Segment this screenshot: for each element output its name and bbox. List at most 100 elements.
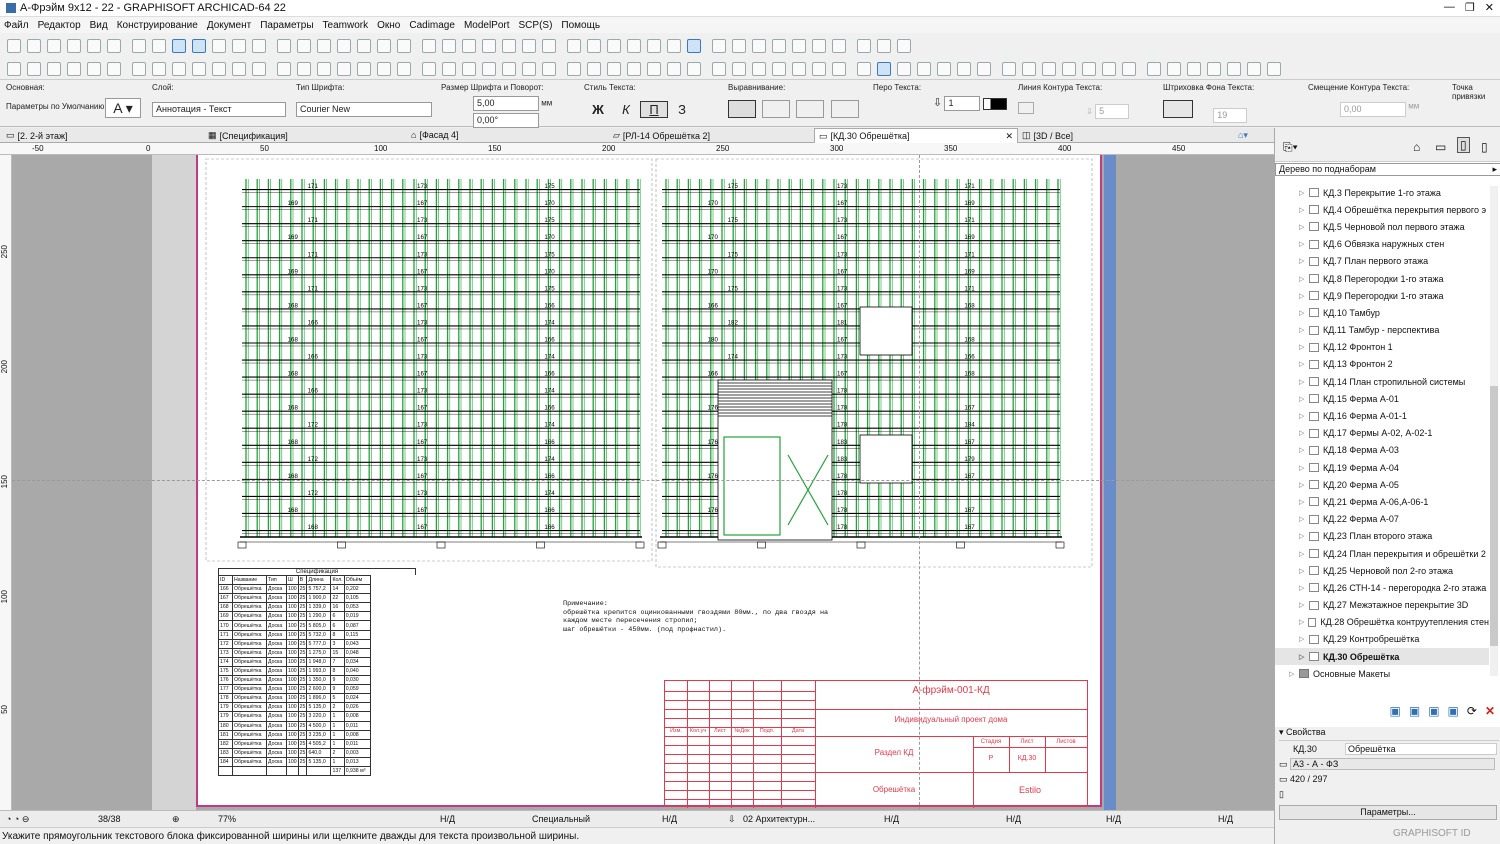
standard-tool-icon-31[interactable]: [647, 39, 661, 53]
tree-item-layout[interactable]: ▷ КД.3 Перекрытие 1-го этажа: [1275, 184, 1489, 201]
toolbox-tool-icon-59[interactable]: [1227, 61, 1241, 76]
zoom-value[interactable]: 77%: [218, 814, 236, 824]
standard-tool-icon-15[interactable]: [317, 39, 331, 53]
tree-item-layout[interactable]: ▷ КД.22 Ферма А-07: [1275, 511, 1489, 528]
toolbox-tool-icon-2[interactable]: [47, 61, 61, 76]
toolbox-tool-icon-16[interactable]: [337, 61, 351, 76]
standard-tool-icon-28[interactable]: [587, 39, 601, 53]
expand-icon[interactable]: ▷: [1299, 481, 1305, 489]
standard-tool-icon-41[interactable]: [857, 39, 871, 53]
menu-item-11[interactable]: Помощь: [561, 20, 600, 31]
standard-tool-icon-37[interactable]: [772, 39, 786, 53]
menu-item-9[interactable]: ModelPort: [464, 20, 510, 31]
new-layout-icon[interactable]: ▣: [1390, 704, 1401, 718]
toolbox-tool-icon-21[interactable]: [442, 61, 456, 76]
toolbox-tool-icon-51[interactable]: [1062, 61, 1076, 76]
new-subset-icon[interactable]: ▣: [1409, 704, 1420, 718]
standard-tool-icon-40[interactable]: [832, 39, 846, 53]
close-tab-icon[interactable]: ✕: [1005, 131, 1013, 142]
expand-icon[interactable]: ▷: [1299, 498, 1305, 506]
expand-icon[interactable]: ▷: [1299, 395, 1305, 403]
standard-tool-icon-25[interactable]: [522, 39, 536, 53]
standard-tool-icon-24[interactable]: [502, 39, 516, 53]
expand-icon[interactable]: ▷: [1299, 189, 1305, 197]
expand-icon[interactable]: ▷: [1299, 532, 1305, 540]
text-tool-icon[interactable]: A ▾: [105, 98, 141, 118]
expand-icon[interactable]: ▷: [1299, 309, 1305, 317]
standard-tool-icon-32[interactable]: [667, 39, 681, 53]
contour-toggle[interactable]: [1018, 102, 1034, 114]
tab-schedule[interactable]: ▦ [Спецификация]: [208, 130, 288, 141]
standard-tool-icon-30[interactable]: [627, 39, 641, 53]
toolbox-tool-icon-49[interactable]: [1022, 61, 1036, 76]
menu-item-6[interactable]: Teamwork: [323, 20, 369, 31]
tree-item-layout[interactable]: ▷ КД.29 Контробрешётка: [1275, 631, 1489, 648]
tree-item-layout[interactable]: ▷ КД.4 Обрешётка перекрытия первого э: [1275, 201, 1489, 218]
tree-item-layout[interactable]: ▷ КД.17 Фермы А-02, А-02-1: [1275, 425, 1489, 442]
expand-icon[interactable]: ▷: [1299, 618, 1304, 626]
tree-item-layout[interactable]: ▷ КД.12 Фронтон 1: [1275, 339, 1489, 356]
tab-layout-kd30[interactable]: ▭ [КД.30 Обрешётка] ✕: [814, 128, 1018, 143]
toolbox-tool-icon-57[interactable]: [1187, 61, 1201, 76]
toolbox-tool-icon-15[interactable]: [317, 61, 331, 76]
standard-tool-icon-43[interactable]: [897, 39, 911, 53]
tree-item-layout[interactable]: ▷ КД.26 СТН-14 - перегородка 2-го этажа: [1275, 579, 1489, 596]
toolbox-tool-icon-12[interactable]: [252, 61, 266, 76]
standard-tool-icon-42[interactable]: [877, 39, 891, 53]
tree-item-layout[interactable]: ▷ КД.6 Обвязка наружных стен: [1275, 236, 1489, 253]
menu-item-8[interactable]: Cadimage: [409, 20, 455, 31]
toolbox-tool-icon-33[interactable]: [687, 61, 701, 76]
standard-tool-icon-4[interactable]: [87, 39, 101, 53]
standard-tool-icon-2[interactable]: [47, 39, 61, 53]
toolbox-tool-icon-37[interactable]: [772, 61, 786, 76]
drawing-canvas[interactable]: 171 173 175 169 167 170 171 173 175 169 167 170 171 1…: [12, 155, 1274, 810]
toolbox-tool-icon-23[interactable]: [482, 61, 496, 76]
toolbox-tool-icon-43[interactable]: [897, 61, 911, 76]
menu-item-4[interactable]: Документ: [207, 20, 251, 31]
toolbox-tool-icon-18[interactable]: [377, 61, 391, 76]
tree-item-layout[interactable]: ▷ КД.30 Обрешётка: [1275, 648, 1489, 666]
toolbox-tool-icon-30[interactable]: [627, 61, 641, 76]
standard-tool-icon-5[interactable]: [107, 39, 121, 53]
toolbox-tool-icon-48[interactable]: [1002, 61, 1016, 76]
view-map-icon[interactable]: ▭: [1435, 140, 1446, 154]
toolbox-tool-icon-19[interactable]: [397, 61, 411, 76]
favorites-label[interactable]: Параметры по Умолчанию: [6, 102, 104, 111]
tree-item-layout[interactable]: ▷ КД.10 Тамбур: [1275, 304, 1489, 321]
standard-tool-icon-8[interactable]: [172, 39, 186, 53]
toolbox-tool-icon-32[interactable]: [667, 61, 681, 76]
expand-icon[interactable]: ▷: [1299, 326, 1305, 334]
tree-item-layout[interactable]: ▷ КД.28 Обрешётка контруутепления стен: [1275, 614, 1489, 631]
toolbox-tool-icon-28[interactable]: [587, 61, 601, 76]
standard-tool-icon-23[interactable]: [482, 39, 496, 53]
menu-item-5[interactable]: Параметры: [260, 20, 313, 31]
bold-button[interactable]: Ж: [584, 102, 612, 117]
standard-tool-icon-34[interactable]: [712, 39, 726, 53]
standard-tool-icon-20[interactable]: [422, 39, 436, 53]
standard-tool-icon-38[interactable]: [792, 39, 806, 53]
delete-icon[interactable]: ✕: [1485, 704, 1495, 718]
tree-item-layout[interactable]: ▷ КД.21 Ферма А-06,А-06-1: [1275, 493, 1489, 510]
toolbox-tool-icon-20[interactable]: [422, 61, 436, 76]
toolbox-tool-icon-13[interactable]: [277, 61, 291, 76]
toolbox-tool-icon-40[interactable]: [832, 61, 846, 76]
standard-tool-icon-13[interactable]: [277, 39, 291, 53]
tab-floor-2[interactable]: ▭ [2. 2-й этаж]: [6, 130, 68, 141]
tree-item-layout[interactable]: ▷ КД.7 План первого этажа: [1275, 253, 1489, 270]
tab-list-button[interactable]: ⌂▾: [1238, 130, 1248, 141]
toolbox-tool-icon-54[interactable]: [1122, 61, 1136, 76]
navigator-scrollbar[interactable]: [1490, 186, 1498, 676]
pen-input[interactable]: 1: [944, 96, 981, 112]
menu-item-7[interactable]: Окно: [377, 20, 400, 31]
zoom-icon[interactable]: ⊕: [172, 814, 180, 825]
expand-icon[interactable]: ▷: [1299, 429, 1305, 437]
standard-tool-icon-9[interactable]: [192, 39, 206, 53]
layer-select[interactable]: Аннотация - Текст: [152, 102, 286, 117]
expand-icon[interactable]: ▷: [1299, 292, 1305, 300]
toolbox-tool-icon-17[interactable]: [357, 61, 371, 76]
toolbox-tool-icon-7[interactable]: [152, 61, 166, 76]
tree-item-layout[interactable]: ▷ КД.23 План второго этажа: [1275, 528, 1489, 545]
toolbox-tool-icon-22[interactable]: [462, 61, 476, 76]
standard-tool-icon-1[interactable]: [27, 39, 41, 53]
expand-icon[interactable]: ▷: [1299, 567, 1305, 575]
